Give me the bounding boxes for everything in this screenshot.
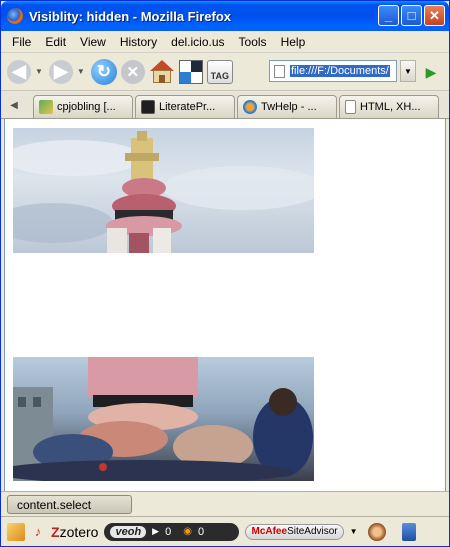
home-button[interactable] <box>149 57 175 87</box>
tab-scroll-left-button[interactable]: ◀ <box>3 94 25 116</box>
bottom-tab-strip: content.select <box>1 491 449 516</box>
tab-label: LiteratePr... <box>159 101 216 113</box>
tab-label: TwHelp - ... <box>261 101 317 113</box>
castellers-base-photo <box>13 357 314 481</box>
menu-history[interactable]: History <box>113 35 164 49</box>
page-favicon-icon <box>345 100 356 114</box>
tab-label: cpjobling [... <box>57 101 116 113</box>
maximize-button[interactable]: □ <box>401 5 422 26</box>
veoh-logo: veoh <box>110 525 147 538</box>
reload-button[interactable]: ↻ <box>90 57 117 87</box>
back-arrow-icon: ◀ <box>7 59 31 84</box>
greasemonkey-button[interactable] <box>367 522 386 541</box>
page-content <box>4 119 446 491</box>
tab-bar: ◀ cpjobling [... LiteratePr... TwHelp - … <box>1 92 449 119</box>
tab-html-xhtml[interactable]: HTML, XH... <box>339 95 439 118</box>
forward-history-dropdown[interactable]: ▼ <box>77 67 85 76</box>
mcafee-label: McAfee <box>251 526 288 537</box>
forward-button[interactable]: ▶ <box>48 57 73 87</box>
veoh-count: 0 <box>165 525 172 538</box>
back-history-dropdown[interactable]: ▼ <box>35 67 43 76</box>
window-title: Visiblity: hidden - Mozilla Firefox <box>29 8 232 24</box>
siteadvisor-dropdown[interactable]: ▼ <box>350 527 358 536</box>
home-icon <box>149 59 175 84</box>
back-button[interactable]: ◀ <box>7 57 31 87</box>
page-icon <box>274 64 285 78</box>
tag-button[interactable]: TAG <box>206 57 233 87</box>
menu-help[interactable]: Help <box>274 35 313 49</box>
monkey-icon <box>367 522 386 541</box>
go-button[interactable]: ▶ <box>421 62 441 82</box>
status-tab[interactable]: content.select <box>7 495 132 514</box>
castellers-tower-photo <box>13 128 314 253</box>
tab-literateprogramming[interactable]: LiteratePr... <box>135 95 235 118</box>
edit-note-icon <box>7 522 25 541</box>
extension-button[interactable] <box>392 522 416 541</box>
zotero-button[interactable]: Z zotero <box>51 524 98 540</box>
menu-edit[interactable]: Edit <box>38 35 73 49</box>
menu-file[interactable]: File <box>5 35 38 49</box>
zotero-label: zotero <box>59 523 99 540</box>
url-history-dropdown[interactable]: ▼ <box>400 60 416 82</box>
music-note-icon: ♪ <box>34 524 42 539</box>
notes-button[interactable] <box>7 522 25 541</box>
url-field[interactable]: file:///F:/Documents/ <box>269 60 397 82</box>
rss-icon: ◉ <box>183 526 192 537</box>
siteadvisor-label: SiteAdvisor <box>287 526 338 537</box>
tab-cpjobling[interactable]: cpjobling [... <box>33 95 133 118</box>
zotero-logo-icon: Z <box>51 523 60 540</box>
menu-tools[interactable]: Tools <box>232 35 274 49</box>
tab-twhelp[interactable]: TwHelp - ... <box>237 95 337 118</box>
tag-icon: TAG <box>206 59 233 84</box>
status-bar: ♪ Z zotero veoh ▶ 0 ◉ 0 McAfee SiteAdvis… <box>1 516 449 546</box>
play-icon: ▶ <box>152 526 160 536</box>
lambda-favicon-icon <box>141 100 155 114</box>
window-grid-icon <box>178 59 203 84</box>
book-icon <box>401 522 416 541</box>
title-bar[interactable]: Visiblity: hidden - Mozilla Firefox _ □ … <box>1 1 449 31</box>
navigation-toolbar: ◀ ▼ ▶ ▼ ↻ ✕ TAG file:///F:/Documents/ ▼ … <box>1 53 449 91</box>
mcafee-siteadvisor-button[interactable]: McAfee SiteAdvisor <box>245 523 344 540</box>
browser-window: Visiblity: hidden - Mozilla Firefox _ □ … <box>0 0 450 547</box>
music-button[interactable]: ♪ <box>31 524 45 539</box>
minimize-button[interactable]: _ <box>378 5 399 26</box>
stop-icon: ✕ <box>120 59 145 84</box>
tab-label: HTML, XH... <box>360 101 421 113</box>
pencil-favicon-icon <box>39 100 53 114</box>
reload-icon: ↻ <box>90 58 117 85</box>
menu-bar: File Edit View History del.icio.us Tools… <box>1 31 449 53</box>
firefox-logo-icon <box>7 8 23 24</box>
menu-view[interactable]: View <box>73 35 113 49</box>
stop-button[interactable]: ✕ <box>120 57 145 87</box>
veoh-count: 0 <box>197 525 205 538</box>
close-button[interactable]: ✕ <box>424 5 445 26</box>
forward-arrow-icon: ▶ <box>48 59 73 84</box>
menu-delicious[interactable]: del.icio.us <box>164 35 231 49</box>
windows-button[interactable] <box>178 57 203 87</box>
veoh-widget[interactable]: veoh ▶ 0 ◉ 0 <box>104 522 240 541</box>
twisty-favicon-icon <box>243 100 257 114</box>
url-value: file:///F:/Documents/ <box>290 65 390 77</box>
